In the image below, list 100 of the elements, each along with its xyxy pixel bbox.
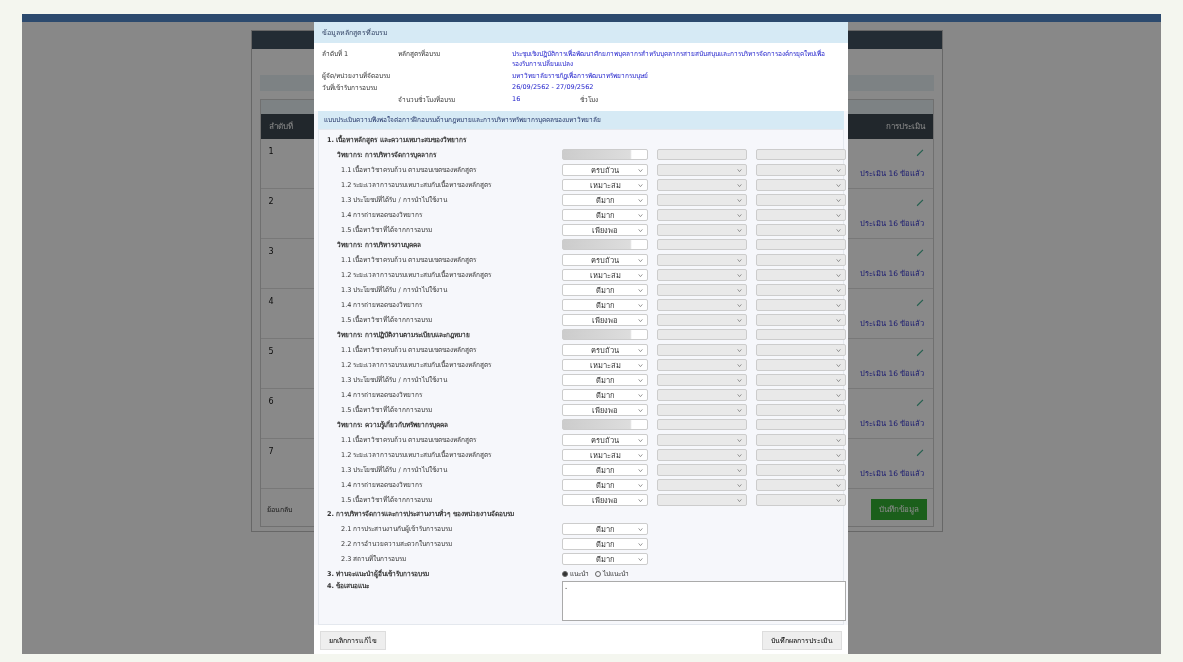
select-field[interactable]: [657, 373, 747, 386]
select-field[interactable]: [756, 193, 846, 206]
caret-icon: [836, 453, 841, 457]
caret-icon: [638, 258, 643, 262]
select-field[interactable]: [756, 298, 846, 311]
select-field[interactable]: [756, 493, 846, 506]
caret-icon: [836, 378, 841, 382]
caret-icon: [836, 393, 841, 397]
caret-icon: [638, 393, 643, 397]
caret-icon: [737, 273, 742, 277]
pencil-icon[interactable]: [914, 397, 925, 407]
select-field[interactable]: [657, 493, 747, 506]
blurred-input[interactable]: [562, 149, 648, 160]
caret-icon: [737, 213, 742, 217]
input-field[interactable]: [756, 419, 846, 430]
pencil-icon[interactable]: [914, 347, 925, 357]
caret-icon: [638, 213, 643, 217]
input-field[interactable]: [657, 239, 747, 250]
input-field[interactable]: [756, 239, 846, 250]
input-field[interactable]: [657, 419, 747, 430]
select-field[interactable]: [756, 253, 846, 266]
select-field[interactable]: [657, 223, 747, 236]
input-field[interactable]: [657, 329, 747, 340]
caret-icon: [737, 303, 742, 307]
caret-icon: [836, 273, 841, 277]
select-field[interactable]: [756, 463, 846, 476]
pencil-icon[interactable]: [914, 197, 925, 207]
select-field[interactable]: [657, 208, 747, 221]
caret-icon: [638, 557, 643, 561]
select-field[interactable]: [756, 343, 846, 356]
caret-icon: [836, 183, 841, 187]
input-field[interactable]: [756, 149, 846, 160]
caret-icon: [836, 468, 841, 472]
select-field[interactable]: [756, 478, 846, 491]
row-number: 6: [268, 397, 274, 408]
caret-icon: [737, 498, 742, 502]
select-field[interactable]: [657, 343, 747, 356]
caret-icon: [638, 318, 643, 322]
select-field[interactable]: [657, 478, 747, 491]
caret-icon: [836, 498, 841, 502]
row-number: 4: [268, 297, 274, 308]
select-field[interactable]: [756, 178, 846, 191]
select-field[interactable]: [756, 373, 846, 386]
caret-icon: [638, 483, 643, 487]
select-field[interactable]: [756, 388, 846, 401]
pencil-icon[interactable]: [914, 247, 925, 257]
caret-icon: [737, 348, 742, 352]
caret-icon: [638, 198, 643, 202]
caret-icon: [638, 348, 643, 352]
select-field[interactable]: [756, 208, 846, 221]
pencil-icon[interactable]: [914, 447, 925, 457]
select-field[interactable]: [657, 268, 747, 281]
select-field[interactable]: [657, 298, 747, 311]
select-field[interactable]: [657, 403, 747, 416]
caret-icon: [737, 168, 742, 172]
caret-icon: [836, 288, 841, 292]
select-field[interactable]: [657, 313, 747, 326]
caret-icon: [638, 168, 643, 172]
caret-icon: [638, 542, 643, 546]
blurred-input[interactable]: [562, 239, 648, 250]
select-field[interactable]: [756, 163, 846, 176]
caret-icon: [638, 453, 643, 457]
select-field[interactable]: [657, 463, 747, 476]
blurred-input[interactable]: [562, 329, 648, 340]
caret-icon: [737, 453, 742, 457]
caret-icon: [836, 303, 841, 307]
input-field[interactable]: [756, 329, 846, 340]
pencil-icon[interactable]: [914, 147, 925, 157]
select-field[interactable]: [756, 433, 846, 446]
select-field[interactable]: [756, 358, 846, 371]
select-field[interactable]: [756, 448, 846, 461]
select-field[interactable]: [756, 268, 846, 281]
pencil-icon[interactable]: [914, 297, 925, 307]
blurred-input[interactable]: [562, 419, 648, 430]
input-field[interactable]: [657, 149, 747, 160]
caret-icon: [737, 438, 742, 442]
select-field[interactable]: [657, 178, 747, 191]
select-field[interactable]: [657, 388, 747, 401]
caret-icon: [737, 258, 742, 262]
caret-icon: [638, 527, 643, 531]
caret-icon: [737, 318, 742, 322]
caret-icon: [836, 168, 841, 172]
caret-icon: [638, 468, 643, 472]
caret-icon: [836, 258, 841, 262]
select-field[interactable]: [657, 433, 747, 446]
select-field[interactable]: [657, 253, 747, 266]
select-field[interactable]: [756, 313, 846, 326]
caret-icon: [638, 408, 643, 412]
caret-icon: [836, 198, 841, 202]
caret-icon: [737, 483, 742, 487]
select-field[interactable]: [657, 163, 747, 176]
caret-icon: [836, 363, 841, 367]
select-field[interactable]: [657, 448, 747, 461]
select-field[interactable]: [657, 193, 747, 206]
row-number: 7: [268, 447, 274, 458]
select-field[interactable]: [756, 403, 846, 416]
select-field[interactable]: [756, 283, 846, 296]
select-field[interactable]: [756, 223, 846, 236]
select-field[interactable]: [657, 358, 747, 371]
select-field[interactable]: [657, 283, 747, 296]
